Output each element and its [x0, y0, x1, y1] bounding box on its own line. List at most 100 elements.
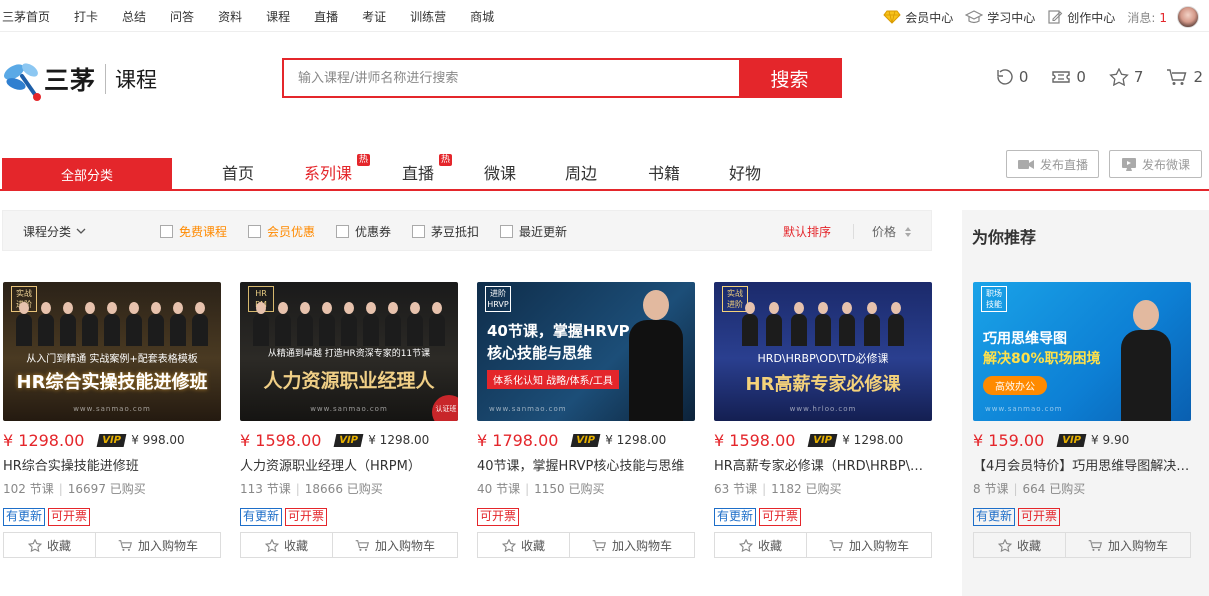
favorites-count: 7	[1133, 68, 1144, 86]
topnav-live[interactable]: 直播	[314, 8, 338, 25]
course-thumbnail[interactable]: 实战 进阶 HRD\HRBP\OD\TD必修课 HR高薪专家必修课 www.hrl…	[714, 282, 932, 421]
course-meta: 40 节课 | 1150 已购买	[477, 482, 605, 496]
course-thumbnail[interactable]: 实战 进阶 从入门到精通 实战案例+配套表格模板 HR综合实操技能进修班 www.…	[3, 282, 221, 421]
course-badges: 有更新 可开票	[240, 508, 458, 526]
learning-center-link[interactable]: 学习中心	[965, 9, 1035, 26]
course-thumbnail[interactable]: 职场 技能 巧用思维导图 解决80%职场困境 高效办公 www.sanmao.co…	[973, 282, 1191, 421]
favorite-button[interactable]: 收藏	[241, 533, 333, 557]
course-card[interactable]: 实战 进阶 HRD\HRBP\OD\TD必修课 HR高薪专家必修课 www.hrl…	[714, 282, 932, 558]
filter-member[interactable]: 会员优惠	[248, 223, 315, 240]
user-counters: 0 0 7 2	[971, 68, 1203, 86]
thumb-subline: 从精通到卓越 打造HR资深专家的11节课	[267, 349, 431, 359]
card-actions: 收藏 加入购物车	[477, 532, 695, 558]
nav-live-label: 直播	[402, 164, 435, 183]
shopping-cart-icon	[1088, 539, 1103, 551]
user-avatar[interactable]	[1177, 6, 1199, 28]
nav-home[interactable]: 首页	[222, 160, 254, 184]
recommended-course-card[interactable]: 职场 技能 巧用思维导图 解决80%职场困境 高效办公 www.sanmao.co…	[973, 282, 1191, 558]
nav-merch[interactable]: 周边	[565, 160, 597, 184]
history-count: 0	[1018, 68, 1029, 86]
lesson-count: 102 节课	[3, 482, 54, 496]
lecturers-photo	[738, 296, 908, 346]
lecturer-photo	[1133, 300, 1159, 330]
vip-price: ¥ 9.90	[1091, 433, 1130, 447]
thumb-headline-2: 解决80%职场困境	[983, 351, 1101, 367]
sort-price[interactable]: 价格	[872, 223, 912, 240]
hot-badge: 热	[439, 154, 453, 166]
thumb-tag: 进阶 HRVP	[485, 286, 511, 312]
site-logo[interactable]: 三茅 课程	[2, 55, 157, 103]
favorite-button[interactable]: 收藏	[4, 533, 96, 557]
favorite-button[interactable]: 收藏	[478, 533, 570, 557]
filter-bean[interactable]: 茅豆抵扣	[412, 223, 479, 240]
add-to-cart-button[interactable]: 加入购物车	[807, 533, 931, 557]
favorites-counter[interactable]: 7	[1109, 68, 1144, 86]
course-title[interactable]: 人力资源职业经理人（HRPM）	[240, 455, 458, 474]
price-row: ¥ 159.00 VIP ¥ 9.90	[973, 431, 1191, 450]
messages-label: 消息:	[1127, 10, 1156, 25]
member-center-link[interactable]: 会员中心	[883, 9, 953, 26]
course-card[interactable]: 实战 进阶 从入门到精通 实战案例+配套表格模板 HR综合实操技能进修班 www.…	[3, 282, 221, 558]
filter-recent[interactable]: 最近更新	[500, 223, 567, 240]
all-categories-button[interactable]: 全部分类	[2, 158, 172, 191]
course-thumbnail[interactable]: HR PM 从精通到卓越 打造HR资深专家的11节课 人力资源职业经理人 www.…	[240, 282, 458, 421]
nav-micro[interactable]: 微课	[484, 160, 516, 184]
topnav-resources[interactable]: 资料	[218, 8, 242, 25]
search-button[interactable]: 搜索	[739, 60, 840, 96]
topnav-mall[interactable]: 商城	[470, 8, 494, 25]
add-to-cart-button[interactable]: 加入购物车	[1066, 533, 1190, 557]
topnav-certification[interactable]: 考证	[362, 8, 386, 25]
thumb-tag: 职场 技能	[981, 286, 1007, 312]
creator-center-link[interactable]: 创作中心	[1047, 9, 1115, 26]
topnav-courses[interactable]: 课程	[266, 8, 290, 25]
nav-live[interactable]: 直播热	[402, 154, 453, 184]
search-input[interactable]	[284, 60, 739, 96]
cart-counter[interactable]: 2	[1166, 68, 1203, 86]
topnav-home[interactable]: 三茅首页	[2, 8, 50, 25]
nav-series[interactable]: 系列课热	[304, 154, 371, 184]
price-row: ¥ 1598.00 VIP ¥ 1298.00	[714, 431, 932, 450]
course-title[interactable]: 40节课，掌握HRVP核心技能与思维	[477, 455, 695, 474]
topnav-summary[interactable]: 总结	[122, 8, 146, 25]
shopping-cart-icon	[118, 539, 133, 551]
vip-badge: VIP	[334, 433, 364, 447]
recent-checkbox[interactable]	[500, 225, 513, 238]
add-to-cart-button[interactable]: 加入购物车	[96, 533, 220, 557]
lesson-count: 40 节课	[477, 482, 521, 496]
course-title[interactable]: HR高薪专家必修课（HRD\HRBP\OD\TD）	[714, 455, 932, 474]
coupon-checkbox[interactable]	[336, 225, 349, 238]
course-title[interactable]: HR综合实操技能进修班	[3, 455, 221, 474]
member-checkbox[interactable]	[248, 225, 261, 238]
nav-home-label: 首页	[222, 164, 255, 183]
bean-checkbox[interactable]	[412, 225, 425, 238]
favorite-button[interactable]: 收藏	[715, 533, 807, 557]
history-counter[interactable]: 0	[994, 68, 1029, 86]
coupon-counter[interactable]: 0	[1051, 68, 1086, 86]
nav-goods[interactable]: 好物	[729, 160, 761, 184]
favorite-label: 收藏	[283, 538, 308, 553]
add-to-cart-button[interactable]: 加入购物车	[333, 533, 457, 557]
add-to-cart-button[interactable]: 加入购物车	[570, 533, 694, 557]
buyer-count: 1150 已购买	[534, 482, 605, 496]
chevron-down-icon	[76, 228, 86, 234]
vip-badge: VIP	[97, 433, 127, 447]
add-to-cart-label: 加入购物车	[848, 538, 909, 553]
topnav-qa[interactable]: 问答	[170, 8, 194, 25]
course-card[interactable]: HR PM 从精通到卓越 打造HR资深专家的11节课 人力资源职业经理人 www.…	[240, 282, 458, 558]
course-title[interactable]: 【4月会员特价】巧用思维导图解决80%职场困境	[973, 455, 1191, 474]
course-thumbnail[interactable]: 进阶 HRVP 40节课，掌握HRVP 核心技能与思维 体系化认知 战略/体系/工…	[477, 282, 695, 421]
messages-link[interactable]: 消息: 1	[1127, 9, 1167, 26]
free-checkbox[interactable]	[160, 225, 173, 238]
filter-coupon[interactable]: 优惠券	[336, 223, 391, 240]
course-card[interactable]: 进阶 HRVP 40节课，掌握HRVP 核心技能与思维 体系化认知 战略/体系/工…	[477, 282, 695, 558]
category-dropdown[interactable]: 课程分类	[23, 223, 86, 240]
favorite-button[interactable]: 收藏	[974, 533, 1066, 557]
sort-default[interactable]: 默认排序	[783, 223, 831, 240]
add-to-cart-label: 加入购物车	[374, 538, 435, 553]
filter-free[interactable]: 免费课程	[160, 223, 227, 240]
topnav-bootcamp[interactable]: 训练营	[410, 8, 446, 25]
thumb-headline: 巧用思维导图	[983, 331, 1067, 347]
topnav-checkin[interactable]: 打卡	[74, 8, 98, 25]
course-badges: 有更新 可开票	[714, 508, 932, 526]
nav-books[interactable]: 书籍	[648, 160, 680, 184]
